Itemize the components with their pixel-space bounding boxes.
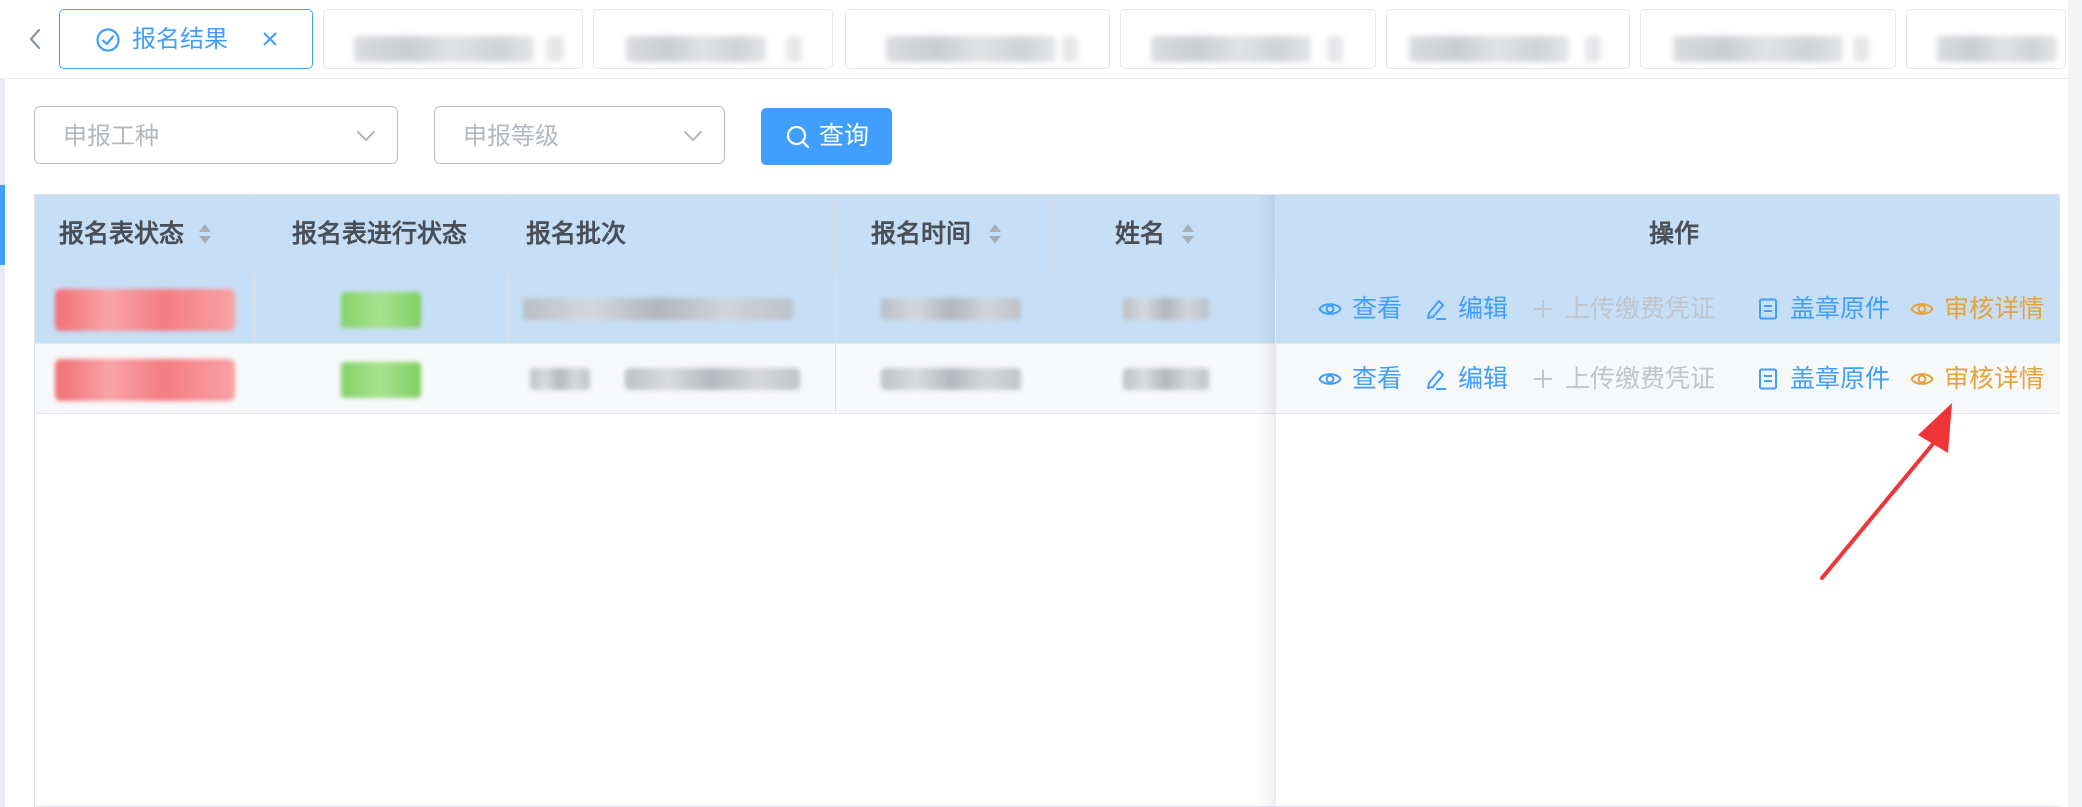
col-progress-status-label: 报名表进行状态: [292, 219, 468, 248]
redacted-name: [1123, 298, 1209, 320]
upload-receipt-label: 上传缴费凭证: [1565, 294, 1716, 323]
redacted-tab-close: [1585, 36, 1601, 62]
edit-label: 编辑: [1458, 294, 1509, 323]
search-icon: [786, 125, 810, 149]
col-form-status[interactable]: 报名表状态: [35, 195, 254, 274]
tab-2[interactable]: [323, 9, 583, 69]
edit-pen-icon: [1427, 300, 1446, 320]
document-icon: [1759, 368, 1777, 390]
close-icon[interactable]: [260, 29, 280, 49]
annotation-arrow-icon: [1820, 403, 1952, 580]
col-progress-status: 报名表进行状态: [254, 195, 508, 274]
review-detail-label: 审核详情: [1944, 294, 2045, 323]
view-label: 查看: [1352, 294, 1403, 323]
upload-receipt-label: 上传缴费凭证: [1565, 364, 1716, 393]
redacted-time: [881, 298, 1021, 320]
cell-divider: [835, 274, 836, 344]
cell-divider: [508, 274, 509, 344]
level-select[interactable]: 申报等级: [434, 106, 725, 164]
redacted-tab-label: [626, 36, 766, 62]
sort-icon[interactable]: [988, 222, 1002, 246]
redacted-tab-label: [354, 36, 534, 62]
redacted-batch: [530, 368, 590, 390]
redacted-name: [1123, 368, 1209, 390]
redacted-progress-badge: [341, 292, 421, 328]
table-header: 报名表状态 报名表进行状态 报名批次 报名时间 姓名 操作: [35, 195, 2059, 275]
registration-table: 报名表状态 报名表进行状态 报名批次 报名时间 姓名 操作 查看 编辑 上传缴费…: [34, 194, 2060, 807]
redacted-status-badge: [55, 289, 235, 331]
review-detail-label: 审核详情: [1944, 364, 2045, 393]
job-type-placeholder: 申报工种: [63, 122, 159, 150]
tab-7[interactable]: [1640, 9, 1896, 69]
eye-icon: [1318, 373, 1342, 385]
redacted-status-badge: [55, 359, 235, 401]
cell-divider: [835, 344, 836, 414]
col-actions-label: 操作: [1649, 219, 1700, 248]
tab-4[interactable]: [845, 9, 1110, 69]
view-label: 查看: [1352, 364, 1403, 393]
col-time-label: 报名时间: [871, 219, 972, 248]
plus-icon: [1534, 300, 1552, 318]
redacted-tab-close: [1853, 36, 1869, 62]
level-placeholder: 申报等级: [463, 122, 559, 150]
edit-pen-icon: [1427, 370, 1446, 390]
stamped-original-label: 盖章原件: [1790, 364, 1891, 393]
col-time[interactable]: 报名时间: [835, 195, 1053, 274]
eye-icon: [1910, 303, 1934, 315]
sort-icon[interactable]: [1181, 222, 1195, 246]
col-batch: 报名批次: [508, 195, 835, 274]
redacted-tab-close: [1062, 36, 1078, 62]
redacted-batch: [523, 298, 793, 320]
redacted-tab-label: [1937, 36, 2057, 62]
tab-3[interactable]: [593, 9, 833, 69]
redacted-batch: [625, 368, 800, 390]
sidebar-active-indicator: [0, 185, 5, 265]
fixed-column-shadow: [1257, 195, 1275, 806]
col-name-label: 姓名: [1115, 219, 1166, 248]
redacted-tab-label: [1409, 36, 1569, 62]
redacted-progress-badge: [341, 362, 421, 398]
col-actions: 操作: [1275, 195, 2059, 274]
tab-bar: 报名结果: [0, 0, 2082, 79]
eye-icon: [1910, 373, 1934, 385]
stamped-original-label: 盖章原件: [1790, 294, 1891, 323]
chevron-left-icon[interactable]: [24, 24, 46, 54]
query-button-label: 查询: [819, 121, 870, 150]
tab-registration-result[interactable]: 报名结果: [59, 9, 313, 69]
col-batch-label: 报名批次: [526, 219, 627, 248]
query-button[interactable]: 查询: [761, 108, 892, 165]
cell-divider: [254, 274, 255, 344]
col-form-status-label: 报名表状态: [59, 219, 185, 248]
check-circle-icon: [96, 28, 120, 52]
job-type-select[interactable]: 申报工种: [34, 106, 398, 164]
redacted-tab-close: [546, 36, 564, 62]
col-name[interactable]: 姓名: [1053, 195, 1275, 274]
redacted-tab-label: [1673, 36, 1843, 62]
edit-label: 编辑: [1458, 364, 1509, 393]
chevron-down-icon: [357, 131, 375, 141]
actions-row: 查看 编辑 上传缴费凭证 盖章原件 审核详情: [1276, 274, 2060, 344]
sort-icon[interactable]: [198, 222, 212, 246]
chevron-down-icon: [684, 131, 702, 141]
tab-5[interactable]: [1120, 9, 1376, 69]
tab-label: 报名结果: [132, 25, 228, 53]
eye-icon: [1318, 303, 1342, 315]
tab-6[interactable]: [1386, 9, 1630, 69]
redacted-tab-close: [786, 36, 802, 62]
scrollbar[interactable]: [2068, 0, 2082, 807]
redacted-tab-close: [1327, 36, 1343, 62]
redacted-tab-label: [1151, 36, 1311, 62]
plus-icon: [1534, 370, 1552, 388]
redacted-tab-label: [886, 36, 1056, 62]
redacted-time: [881, 368, 1021, 390]
document-icon: [1759, 298, 1777, 320]
tab-8[interactable]: [1906, 9, 2066, 69]
